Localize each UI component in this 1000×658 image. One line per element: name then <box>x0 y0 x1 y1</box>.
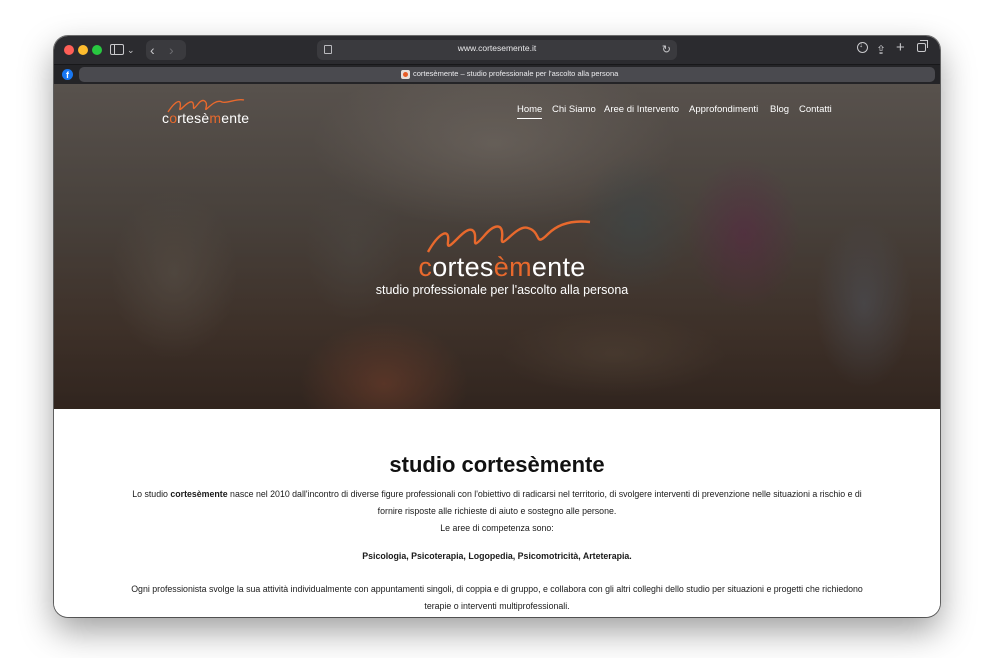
nav-aree-di-intervento[interactable]: Aree di Intervento <box>604 104 679 115</box>
zoom-window-button[interactable] <box>92 45 102 55</box>
address-url: www.cortesemente.it <box>457 43 537 53</box>
minimize-window-button[interactable] <box>78 45 88 55</box>
close-window-button[interactable] <box>64 45 74 55</box>
tab-overview-icon[interactable] <box>917 40 928 52</box>
page-content: studio cortesèmente Lo studio cortesèmen… <box>54 409 940 617</box>
browser-toolbar: ⌄ ‹ › www.cortesemente.it ↻ ⇪ + <box>54 36 940 64</box>
facebook-pinned-tab-icon[interactable]: f <box>62 69 73 80</box>
tab-bar: f cortesèmente – studio professionale pe… <box>54 64 940 85</box>
intro-paragraph: Lo studio cortesèmente nasce nel 2010 da… <box>132 489 862 533</box>
nav-home[interactable]: Home <box>517 104 543 119</box>
reload-icon[interactable]: ↻ <box>662 43 671 56</box>
nav-blog[interactable]: Blog <box>770 104 789 115</box>
new-tab-icon[interactable]: + <box>896 39 905 57</box>
site-favicon-icon <box>401 70 410 79</box>
hero-banner: cortesèmente Home Chi Siamo Aree di Inte… <box>54 84 940 409</box>
tab-title: cortesèmente – studio professionale per … <box>413 69 619 78</box>
forward-button[interactable]: › <box>169 41 174 59</box>
areas-list: Psicologia, Psicoterapia, Logopedia, Psi… <box>362 551 632 561</box>
downloads-icon[interactable] <box>857 40 868 53</box>
chevron-down-icon[interactable]: ⌄ <box>127 41 135 59</box>
back-button[interactable]: ‹ <box>150 41 155 59</box>
closing-paragraph: Ogni professionista svolge la sua attivi… <box>131 584 863 611</box>
share-icon[interactable]: ⇪ <box>876 41 886 59</box>
browser-window: ⌄ ‹ › www.cortesemente.it ↻ ⇪ + f cortes… <box>54 36 940 617</box>
areas-label: Le aree di competenza sono: <box>440 523 554 533</box>
active-tab[interactable]: cortesèmente – studio professionale per … <box>79 67 935 82</box>
nav-contatti[interactable]: Contatti <box>799 104 832 115</box>
address-bar[interactable]: www.cortesemente.it ↻ <box>317 40 677 60</box>
sidebar-icon[interactable] <box>110 44 124 55</box>
nav-approfondimenti[interactable]: Approfondimenti <box>689 104 758 115</box>
hero-brand-title: cortesèmente <box>418 252 586 282</box>
hero-tagline: studio professionale per l'ascolto alla … <box>375 283 629 297</box>
site-logo[interactable]: cortesèmente <box>162 110 249 126</box>
page-title: studio cortesèmente <box>389 452 605 477</box>
nav-chi-siamo[interactable]: Chi Siamo <box>552 104 596 115</box>
